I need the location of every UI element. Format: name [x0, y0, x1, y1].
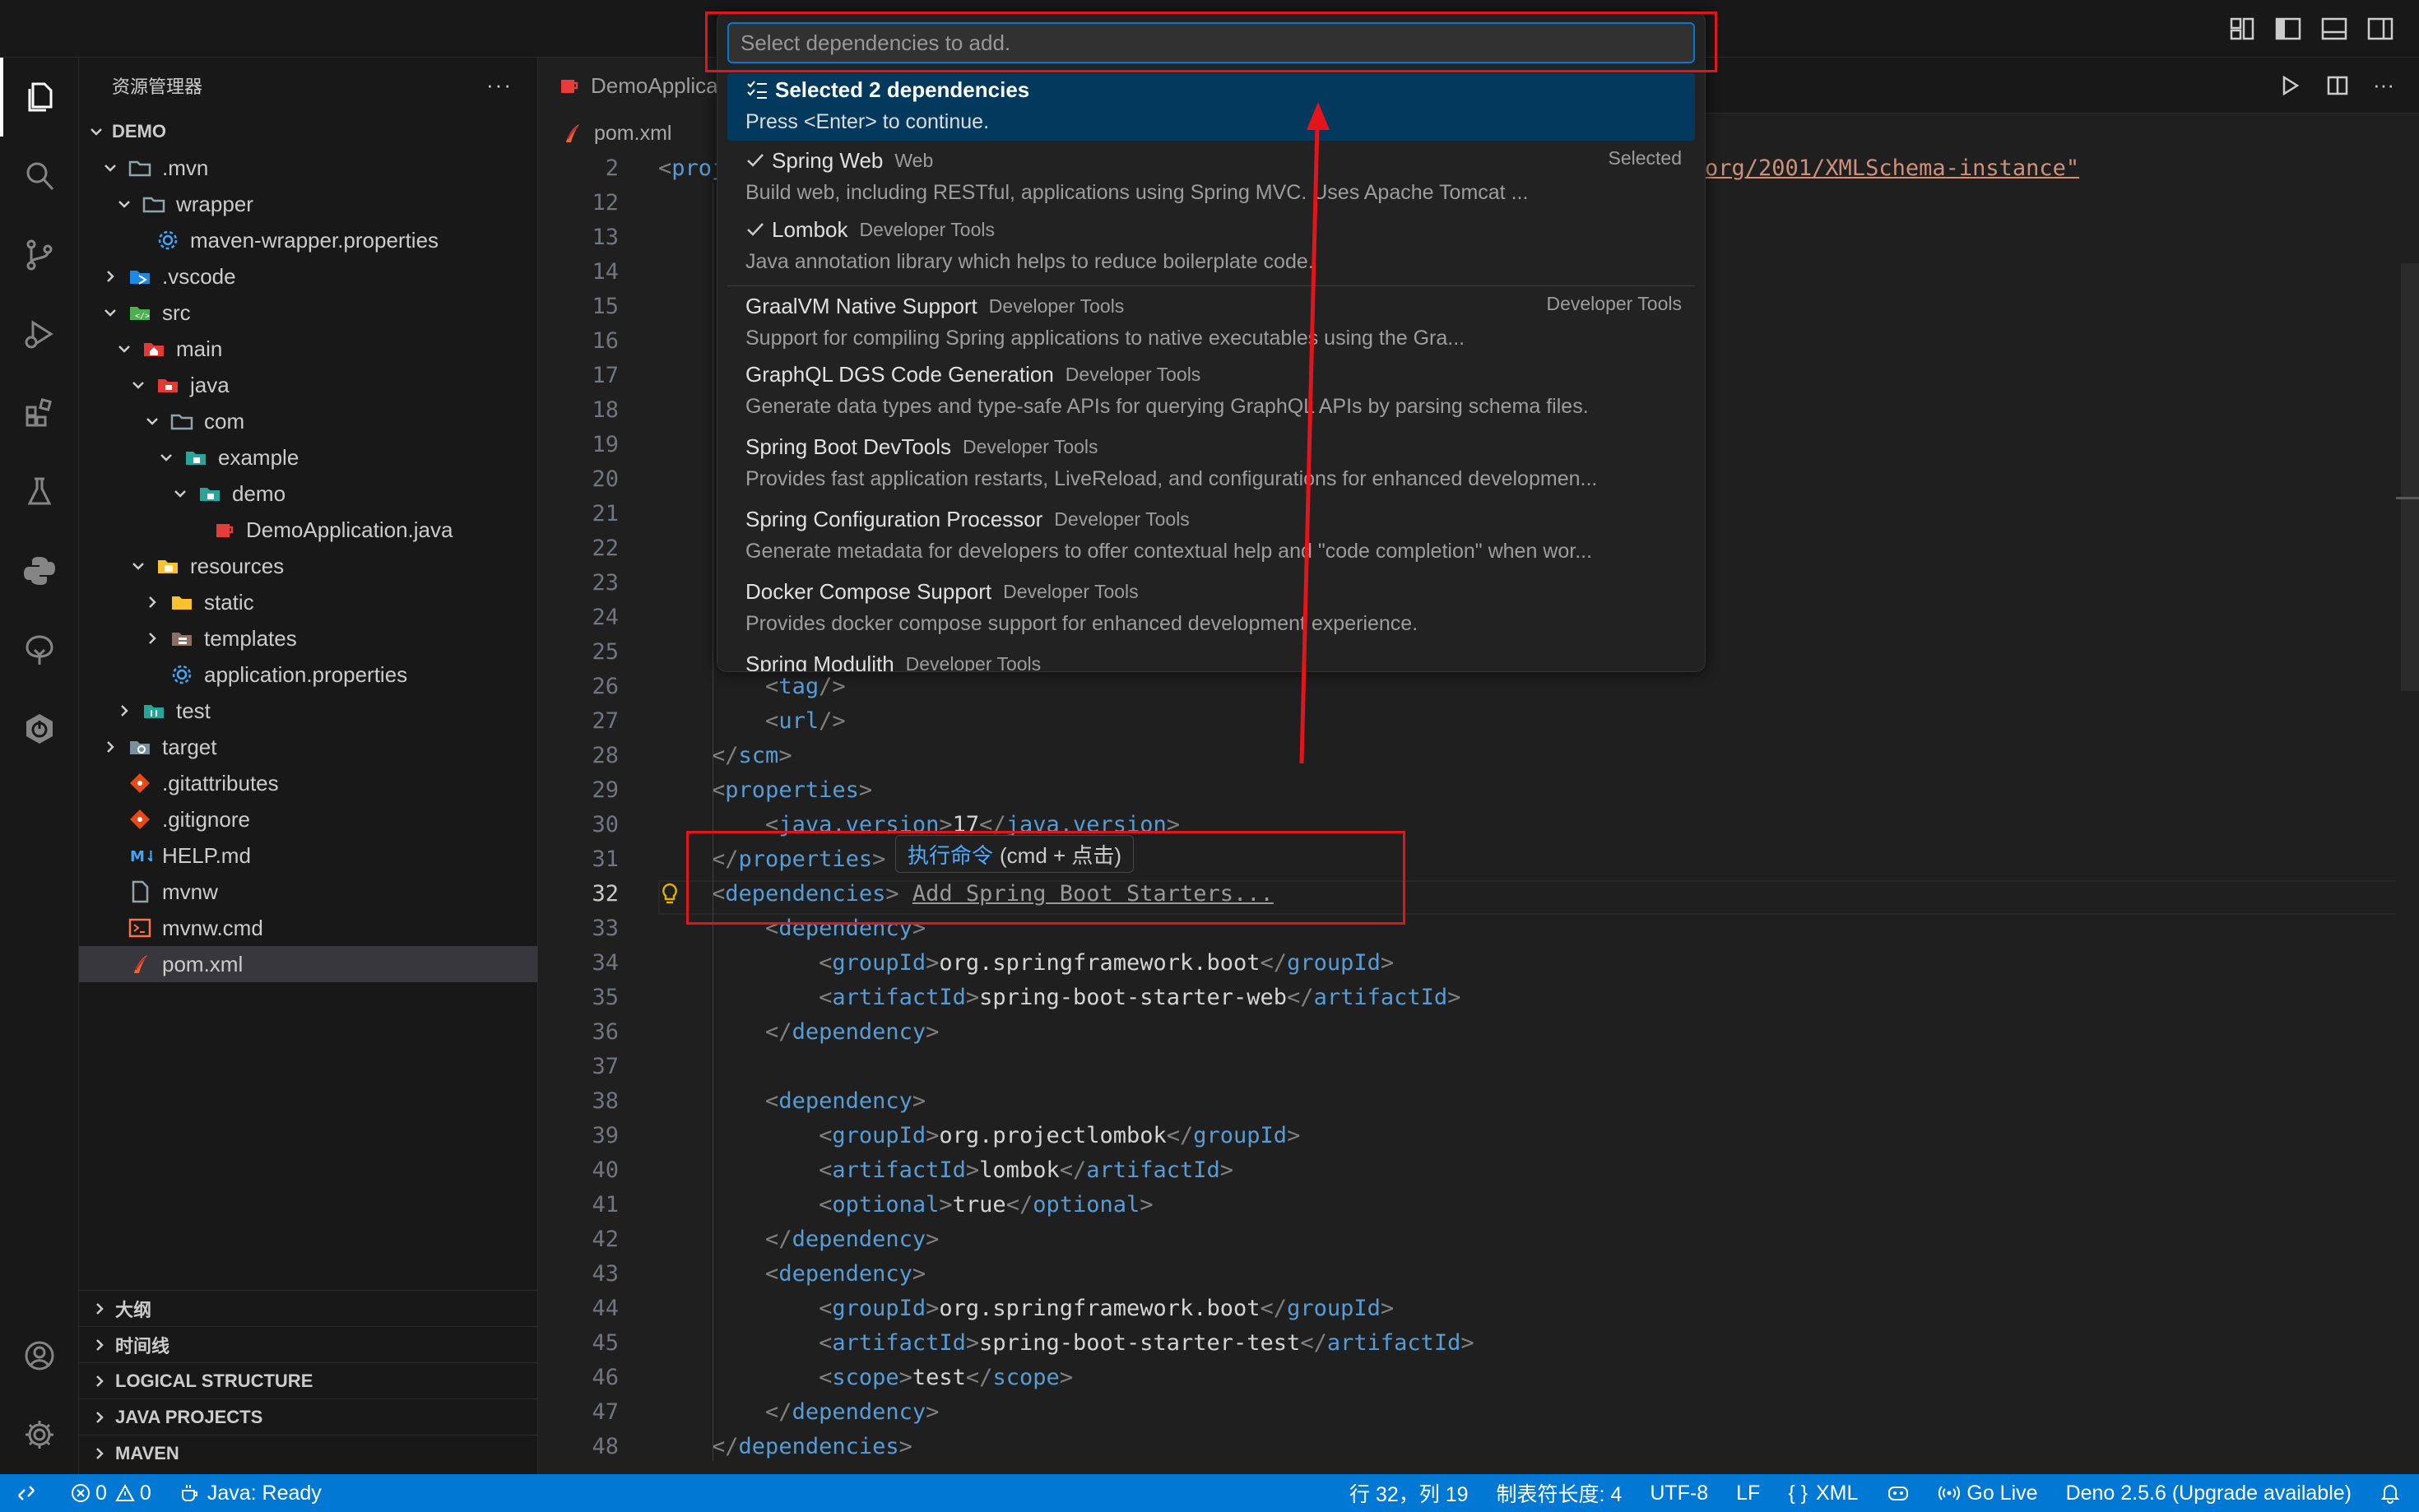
indentation[interactable]: 制表符长度: 4 — [1497, 1478, 1623, 1508]
warning-count: 0 — [139, 1481, 151, 1505]
broadcast-icon — [1938, 1482, 1961, 1504]
braces-icon: { } — [1788, 1481, 1808, 1505]
copilot-icon[interactable] — [1886, 1482, 1911, 1504]
notifications-bell-icon[interactable] — [2380, 1482, 2401, 1504]
warning-icon — [115, 1483, 135, 1503]
encoding[interactable]: UTF-8 — [1650, 1482, 1708, 1505]
go-live-label: Go Live — [1966, 1481, 2038, 1505]
java-status[interactable]: Java: Ready — [179, 1482, 322, 1505]
coffee-icon — [179, 1482, 201, 1504]
java-status-label: Java: Ready — [207, 1481, 322, 1505]
go-live-button[interactable]: Go Live — [1938, 1481, 2038, 1505]
deno-status[interactable]: Deno 2.5.6 (Upgrade available) — [2066, 1482, 2352, 1505]
end-of-line[interactable]: LF — [1736, 1482, 1760, 1505]
error-icon — [71, 1483, 91, 1503]
annotation-arrow — [1299, 102, 1330, 764]
status-bar: 0 0 Java: Ready 行 32，列 19 制表符长度: 4 UTF-8… — [0, 1474, 2419, 1512]
status-right: 行 32，列 19 制表符长度: 4 UTF-8 LF { } XML Go Li… — [1349, 1474, 2401, 1512]
problems-indicator[interactable]: 0 0 — [71, 1482, 151, 1505]
error-count: 0 — [95, 1481, 107, 1505]
cursor-position[interactable]: 行 32，列 19 — [1349, 1478, 1469, 1508]
remote-indicator-icon[interactable] — [0, 1474, 53, 1512]
language-mode[interactable]: { } XML — [1788, 1482, 1858, 1505]
language-label: XML — [1815, 1481, 1859, 1505]
